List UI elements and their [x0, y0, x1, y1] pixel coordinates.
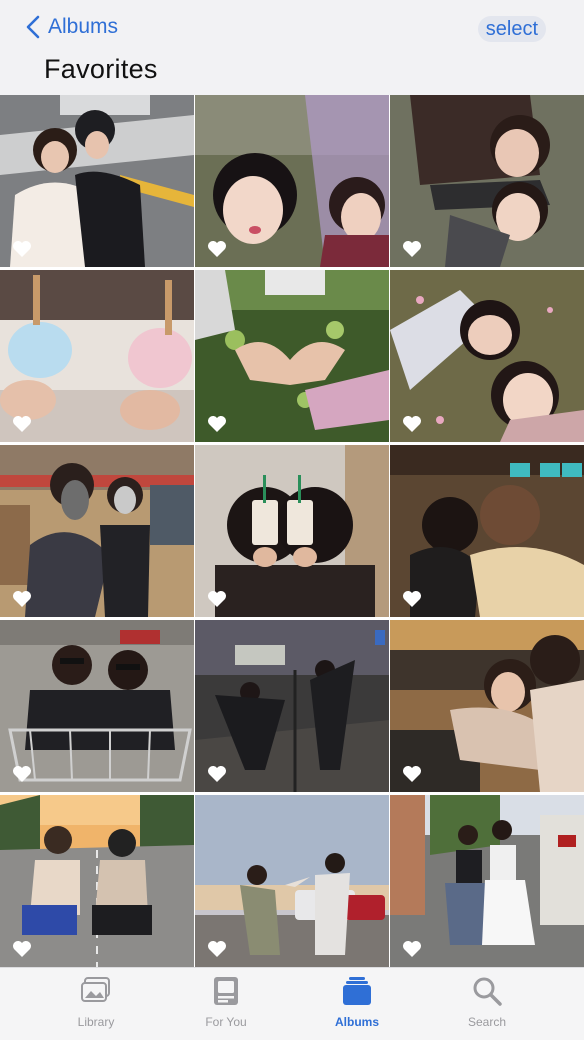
- tab-bar: Library For You Albums Search: [0, 967, 584, 1040]
- favorite-heart-icon: [403, 241, 421, 257]
- photo-thumbnail[interactable]: [195, 795, 389, 967]
- favorite-heart-icon: [13, 766, 31, 782]
- photo-thumbnail[interactable]: [0, 270, 194, 442]
- photo-thumbnail[interactable]: [0, 795, 194, 967]
- photo-thumbnail[interactable]: [195, 445, 389, 617]
- back-button[interactable]: Albums: [24, 14, 118, 40]
- tab-for-you[interactable]: For You: [171, 974, 281, 1029]
- photo-thumbnail[interactable]: [0, 95, 194, 267]
- back-label: Albums: [48, 15, 119, 38]
- select-button[interactable]: select: [477, 16, 546, 42]
- photo-thumbnail[interactable]: [195, 270, 389, 442]
- photo-thumbnail[interactable]: [390, 95, 584, 267]
- photo-thumbnail[interactable]: [195, 620, 389, 792]
- photo-thumbnail[interactable]: [195, 95, 389, 267]
- favorite-heart-icon: [403, 416, 421, 432]
- photo-thumbnail[interactable]: [390, 270, 584, 442]
- tab-albums-label: Albums: [334, 1015, 379, 1029]
- favorite-heart-icon: [13, 416, 31, 432]
- search-icon: [473, 977, 502, 1006]
- photo-thumbnail[interactable]: [390, 795, 584, 967]
- favorite-heart-icon: [208, 591, 226, 607]
- favorite-heart-icon: [403, 941, 421, 957]
- tab-for-you-label: For You: [205, 1015, 247, 1029]
- favorite-heart-icon: [208, 766, 226, 782]
- photo-library-icon: [81, 977, 110, 1002]
- photo-thumbnail[interactable]: [0, 445, 194, 617]
- favorite-heart-icon: [13, 591, 31, 607]
- page-title: Favorites: [44, 54, 158, 84]
- favorite-heart-icon: [13, 941, 31, 957]
- favorite-heart-icon: [208, 941, 226, 957]
- photo-thumbnail[interactable]: [0, 620, 194, 792]
- tab-search[interactable]: Search: [432, 974, 542, 1029]
- navigation-header: Albums select Favorites: [0, 0, 584, 95]
- photo-thumbnail[interactable]: [390, 620, 584, 792]
- photo-grid: [0, 95, 584, 967]
- favorite-heart-icon: [13, 241, 31, 257]
- favorite-heart-icon: [403, 591, 421, 607]
- tab-library-label: Library: [77, 1015, 115, 1029]
- photo-thumbnail[interactable]: [390, 445, 584, 617]
- albums-icon: [343, 977, 371, 1005]
- favorite-heart-icon: [208, 416, 226, 432]
- tab-search-label: Search: [467, 1015, 507, 1029]
- chevron-left-icon: [26, 15, 40, 39]
- favorite-heart-icon: [403, 766, 421, 782]
- tab-library[interactable]: Library: [41, 974, 151, 1029]
- for-you-icon: [214, 977, 238, 1005]
- tab-albums[interactable]: Albums: [302, 974, 412, 1029]
- favorite-heart-icon: [208, 241, 226, 257]
